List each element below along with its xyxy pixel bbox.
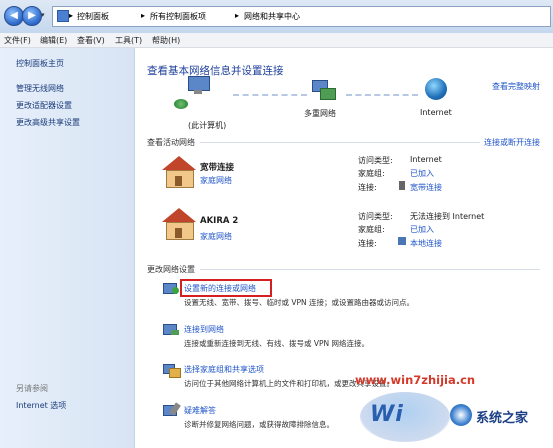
access-type-label: 访问类型: (358, 156, 393, 165)
network-type-link[interactable]: 家庭网络 (200, 231, 232, 242)
menu-help[interactable]: 帮助(H) (152, 35, 180, 46)
network-type-link[interactable]: 家庭网络 (200, 175, 232, 186)
connection-label: 连接: (358, 239, 377, 248)
access-type-value: 无法连接到 Internet (410, 212, 485, 221)
menu-view[interactable]: 查看(V) (77, 35, 105, 46)
task-connect-network-link[interactable]: 连接到网络 (184, 324, 224, 335)
divider (200, 142, 480, 143)
breadcrumb-control-panel[interactable]: 控制面板 (77, 11, 109, 22)
map-connector (346, 94, 418, 98)
homegroup-link[interactable]: 已加入 (410, 224, 434, 235)
connect-network-icon (163, 322, 179, 336)
homegroup-sharing-icon (163, 362, 181, 378)
watermark-url: www.win7zhijia.cn (355, 373, 476, 387)
map-internet-label: Internet (420, 108, 452, 117)
active-networks-heading: 查看活动网络 (147, 138, 195, 147)
chevron-down-icon[interactable]: ▾ (41, 11, 45, 19)
map-computer-label: (此计算机) (188, 121, 227, 130)
homegroup-label: 家庭组: (358, 225, 385, 234)
address-field[interactable]: ▸ 控制面板 ▸ 所有控制面板项 ▸ 网络和共享中心 (52, 6, 551, 27)
connection-link[interactable]: 宽带连接 (410, 182, 442, 193)
sidebar-item-adapter[interactable]: 更改适配器设置 (16, 100, 72, 111)
forward-icon[interactable]: ▶ (22, 6, 42, 26)
sidebar: 控制面板主页 管理无线网络 更改适配器设置 更改高级共享设置 另请参阅 Inte… (0, 48, 135, 448)
sidebar-item-internet-options[interactable]: Internet 选项 (16, 400, 66, 411)
network-name: AKIRA 2 (200, 216, 239, 226)
task-description: 设置无线、宽带、拨号、临时或 VPN 连接；或设置路由器或访问点。 (184, 298, 415, 307)
multiple-networks-icon (310, 80, 336, 102)
map-network-label: 多重网络 (304, 109, 336, 118)
access-type-value: Internet (410, 155, 442, 164)
watermark-brand: 系统之家 (476, 411, 529, 426)
task-description: 诊断并修复网络问题，或获得故障排除信息。 (184, 420, 334, 429)
breadcrumb-network-center[interactable]: 网络和共享中心 (244, 11, 300, 22)
page-title: 查看基本网络信息并设置连接 (147, 65, 284, 77)
map-connector (233, 94, 307, 98)
homegroup-label: 家庭组: (358, 169, 385, 178)
homegroup-link[interactable]: 已加入 (410, 168, 434, 179)
home-network-icon (160, 156, 196, 188)
network-globe-small-icon (174, 99, 188, 109)
sidebar-item-sharing[interactable]: 更改高级共享设置 (16, 117, 80, 128)
connection-link[interactable]: 本地连接 (410, 238, 442, 249)
address-bar-region: ◀ ▶ ▾ ▸ 控制面板 ▸ 所有控制面板项 ▸ 网络和共享中心 (0, 0, 553, 33)
sidebar-item-home[interactable]: 控制面板主页 (16, 58, 64, 69)
menu-file[interactable]: 文件(F) (4, 35, 31, 46)
see-also-heading: 另请参阅 (16, 384, 48, 393)
menu-tools[interactable]: 工具(T) (115, 35, 142, 46)
computer-icon (185, 76, 211, 96)
troubleshoot-icon (163, 402, 181, 417)
task-description: 连接或重新连接到无线、有线、拨号或 VPN 网络连接。 (184, 339, 370, 348)
menu-bar: 文件(F) 编辑(E) 查看(V) 工具(T) 帮助(H) (0, 33, 553, 48)
watermark-logo: Wi (360, 392, 450, 442)
breadcrumb-all-items[interactable]: 所有控制面板项 (150, 11, 206, 22)
new-connection-icon (163, 281, 179, 295)
dialup-icon (399, 181, 405, 190)
network-name: 宽带连接 (200, 163, 235, 173)
back-icon[interactable]: ◀ (4, 6, 24, 26)
access-type-label: 访问类型: (358, 212, 393, 221)
divider (200, 269, 540, 270)
internet-globe-icon (425, 78, 447, 100)
menu-edit[interactable]: 编辑(E) (40, 35, 67, 46)
change-settings-heading: 更改网络设置 (147, 265, 195, 274)
home-network-icon (160, 208, 196, 240)
task-troubleshoot-link[interactable]: 疑难解答 (184, 405, 216, 416)
control-panel-icon (57, 10, 69, 22)
watermark-orb-icon (450, 404, 472, 426)
connect-disconnect-link[interactable]: 连接或断开连接 (484, 137, 540, 148)
lan-icon (398, 237, 406, 245)
sidebar-item-wireless[interactable]: 管理无线网络 (16, 83, 64, 94)
connection-label: 连接: (358, 183, 377, 192)
full-map-link[interactable]: 查看完整映射 (492, 81, 540, 92)
task-new-connection-link[interactable]: 设置新的连接或网络 (184, 283, 256, 294)
task-homegroup-link[interactable]: 选择家庭组和共享选项 (184, 364, 264, 375)
